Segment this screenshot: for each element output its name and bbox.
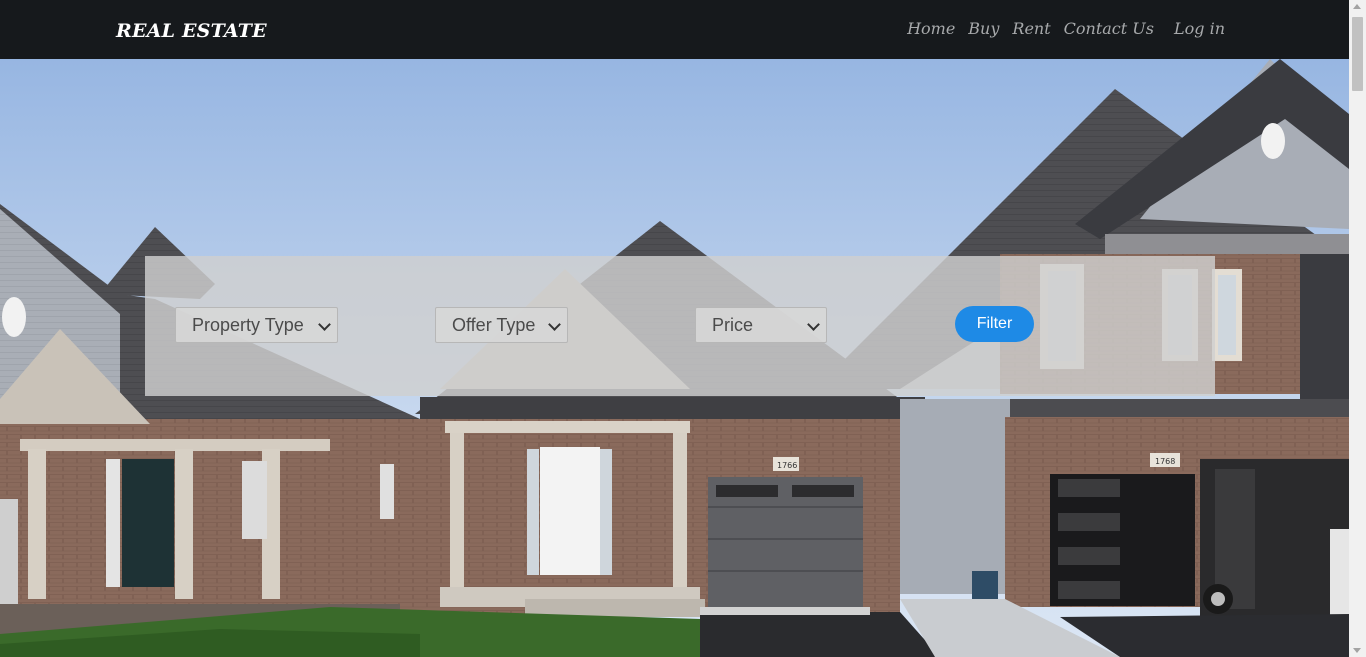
chevron-down-icon [318, 318, 331, 331]
price-select[interactable]: Price [695, 307, 827, 343]
chevron-down-icon [807, 318, 820, 331]
scroll-up-arrow-icon[interactable] [1353, 4, 1361, 9]
scroll-down-arrow-icon[interactable] [1353, 648, 1361, 653]
nav-home-link[interactable]: Home [907, 19, 955, 38]
nav-links: Home Buy Rent Contact Us Log in [894, 19, 1225, 38]
scroll-thumb[interactable] [1352, 17, 1363, 91]
nav-rent-link[interactable]: Rent [1012, 19, 1050, 38]
offer-type-label: Offer Type [452, 314, 536, 335]
offer-type-select[interactable]: Offer Type [435, 307, 568, 343]
property-type-select[interactable]: Property Type [175, 307, 338, 343]
vertical-scrollbar[interactable] [1349, 0, 1366, 657]
nav-login-link[interactable]: Log in [1174, 19, 1225, 38]
filter-button[interactable]: Filter [955, 306, 1034, 342]
price-label: Price [712, 314, 754, 335]
chevron-down-icon [548, 318, 561, 331]
house-number-1766: 1766 [777, 461, 797, 470]
house-number-1768: 1768 [1155, 457, 1175, 466]
nav-contact-link[interactable]: Contact Us [1064, 19, 1154, 38]
property-type-label: Property Type [192, 314, 304, 335]
filter-panel: Property Type Offer Type Price Filter [145, 256, 1215, 396]
navbar: REAL ESTATE Home Buy Rent Contact Us Log… [0, 0, 1349, 59]
brand-logo[interactable]: REAL ESTATE [116, 20, 267, 42]
nav-buy-link[interactable]: Buy [968, 19, 999, 38]
